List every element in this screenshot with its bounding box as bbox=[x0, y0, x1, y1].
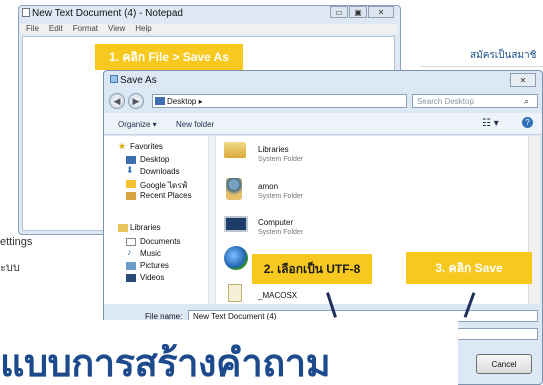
pane-splitter[interactable] bbox=[208, 136, 216, 304]
nav-libraries-header[interactable]: Libraries bbox=[130, 223, 161, 232]
documents-icon bbox=[126, 238, 136, 246]
back-button[interactable]: ◀ bbox=[109, 93, 125, 109]
pictures-icon bbox=[126, 262, 136, 270]
navigation-pane: ★ Favorites Desktop ⬇ Downloads Google ไ… bbox=[104, 136, 208, 304]
desktop-icon bbox=[155, 97, 165, 105]
search-input[interactable]: Search Desktop bbox=[412, 94, 538, 108]
list-item-name[interactable]: Libraries bbox=[258, 145, 289, 154]
address-bar[interactable]: Desktop ▸ bbox=[152, 94, 407, 108]
nav-item-music[interactable]: Music bbox=[140, 249, 161, 258]
list-item-name[interactable]: Computer bbox=[258, 218, 293, 227]
nav-item-downloads[interactable]: Downloads bbox=[140, 167, 180, 176]
search-icon: ⌕ bbox=[524, 96, 530, 106]
download-icon: ⬇ bbox=[126, 165, 134, 175]
list-item-subtitle: System Folder bbox=[258, 229, 304, 236]
help-icon[interactable]: ? bbox=[522, 117, 533, 128]
nav-item-recent-places[interactable]: Recent Places bbox=[140, 191, 192, 200]
computer-icon bbox=[224, 216, 248, 232]
nav-item-documents[interactable]: Documents bbox=[140, 237, 180, 246]
nav-item-pictures[interactable]: Pictures bbox=[140, 261, 169, 270]
notepad-icon bbox=[22, 8, 30, 17]
videos-icon bbox=[126, 274, 136, 282]
page-header-link[interactable]: สมัครเป็นสมาชิ bbox=[470, 48, 536, 63]
folder-icon bbox=[228, 284, 242, 302]
recent-places-icon bbox=[126, 192, 136, 200]
dialog-toolbar: Organize ▾ New folder ☷ ▾ ? bbox=[104, 113, 542, 135]
music-icon: ♪ bbox=[127, 247, 132, 257]
user-folder-icon bbox=[226, 178, 242, 200]
nav-item-desktop[interactable]: Desktop bbox=[140, 155, 169, 164]
list-item-subtitle: System Folder bbox=[258, 156, 304, 163]
callout-step-3: 3. คลิก Save bbox=[406, 252, 532, 284]
list-item-name[interactable]: _MACOSX bbox=[258, 291, 297, 300]
list-item-subtitle: System Folder bbox=[258, 193, 304, 200]
menu-view[interactable]: View bbox=[108, 24, 125, 34]
list-item-name[interactable]: amon bbox=[258, 182, 278, 191]
dialog-title: Save As bbox=[120, 75, 157, 86]
organize-button[interactable]: Organize ▾ bbox=[118, 120, 157, 129]
divider bbox=[420, 66, 543, 67]
view-options-icon[interactable]: ☷ ▾ bbox=[482, 118, 499, 129]
cancel-button[interactable]: Cancel bbox=[476, 354, 532, 374]
new-folder-button[interactable]: New folder bbox=[176, 120, 214, 129]
nav-favorites-header[interactable]: Favorites bbox=[130, 142, 163, 151]
menu-edit[interactable]: Edit bbox=[49, 24, 63, 34]
callout-step-1: 1. คลิก File > Save As bbox=[95, 44, 243, 70]
notepad-menubar: File Edit Format View Help bbox=[20, 24, 398, 34]
forward-button[interactable]: ▶ bbox=[128, 93, 144, 109]
star-icon: ★ bbox=[118, 141, 127, 151]
page-heading: แบบการสร้างคำถาม bbox=[0, 341, 331, 385]
nav-item-videos[interactable]: Videos bbox=[140, 273, 164, 282]
side-label-system: ะบบ bbox=[0, 262, 20, 274]
menu-file[interactable]: File bbox=[26, 24, 39, 34]
desktop-icon bbox=[126, 156, 136, 164]
libraries-folder-icon bbox=[224, 142, 246, 158]
network-icon bbox=[224, 246, 248, 270]
notepad-title: New Text Document (4) - Notepad bbox=[32, 8, 183, 19]
libraries-icon bbox=[118, 224, 128, 232]
callout-step-2: 2. เลือกเป็น UTF-8 bbox=[252, 254, 372, 284]
notepad-close-button[interactable]: ✕ bbox=[368, 6, 394, 18]
menu-format[interactable]: Format bbox=[73, 24, 98, 34]
dialog-close-button[interactable]: ✕ bbox=[510, 73, 536, 87]
minimize-button[interactable]: ▭ bbox=[330, 6, 348, 18]
maximize-button[interactable]: ▣ bbox=[349, 6, 367, 18]
save-as-icon bbox=[110, 75, 118, 83]
side-label-settings: ettings bbox=[0, 236, 33, 248]
google-drive-icon bbox=[126, 180, 136, 188]
menu-help[interactable]: Help bbox=[135, 24, 151, 34]
